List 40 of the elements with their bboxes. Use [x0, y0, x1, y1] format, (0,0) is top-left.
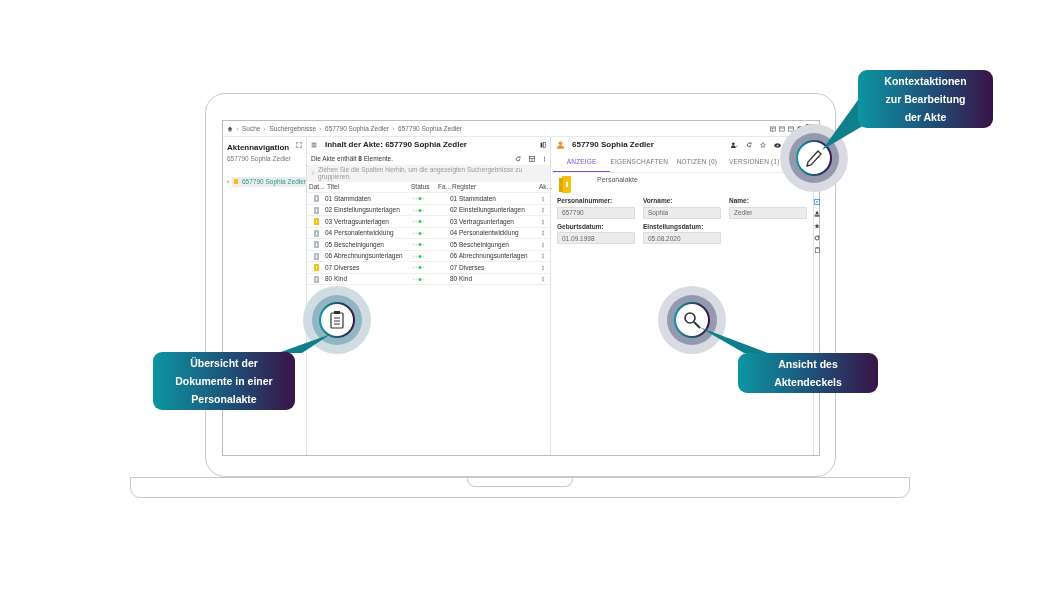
callout-pointer	[699, 327, 768, 353]
sync-icon[interactable]	[814, 235, 820, 241]
content-title: Inhalt der Akte: 657790 Sophia Zedler	[325, 139, 467, 151]
notes-icon[interactable]	[814, 199, 820, 205]
pencil-icon	[806, 150, 822, 167]
windows-icon[interactable]	[788, 125, 794, 132]
refresh-icon[interactable]	[746, 142, 752, 148]
person-icon	[557, 141, 564, 149]
record-title: 657790 Sophia Zedler	[572, 139, 654, 151]
columns-icon[interactable]	[540, 142, 546, 148]
status-icon	[412, 243, 426, 247]
status-icon	[412, 197, 426, 201]
home-icon[interactable]	[227, 125, 233, 132]
kebab-icon[interactable]	[543, 156, 546, 162]
status-icon	[412, 266, 426, 270]
fullscreen-icon[interactable]	[296, 142, 302, 148]
star-icon[interactable]	[760, 142, 766, 148]
status-icon	[412, 220, 426, 224]
window-icon[interactable]	[779, 125, 785, 132]
user-edit-icon[interactable]	[731, 142, 738, 148]
binder-icon	[559, 175, 571, 193]
status-icon	[412, 277, 426, 281]
table-icon[interactable]	[529, 156, 535, 162]
panel-title: Aktennavigation	[227, 142, 291, 154]
status-icon	[412, 254, 426, 258]
folder-icon	[234, 179, 238, 185]
stamp-icon[interactable]	[814, 211, 820, 217]
callout-bubble: Ansicht des Aktendeckels	[738, 353, 878, 393]
menu-icon[interactable]	[311, 142, 317, 148]
status-icon	[412, 231, 426, 235]
callout-bubble: Kontextaktionen zur Bearbeitung der Akte	[858, 70, 993, 128]
eye-icon[interactable]	[774, 142, 781, 148]
status-icon	[412, 208, 426, 212]
clipboard-icon[interactable]	[814, 247, 820, 253]
callout-bubble: Übersicht der Dokumente in einer Personalakte	[153, 352, 295, 410]
layout-icon[interactable]	[770, 125, 776, 132]
star-icon[interactable]	[814, 223, 820, 229]
clipboard-icon	[330, 311, 344, 329]
refresh-icon[interactable]	[515, 156, 521, 162]
search-icon	[684, 312, 701, 329]
